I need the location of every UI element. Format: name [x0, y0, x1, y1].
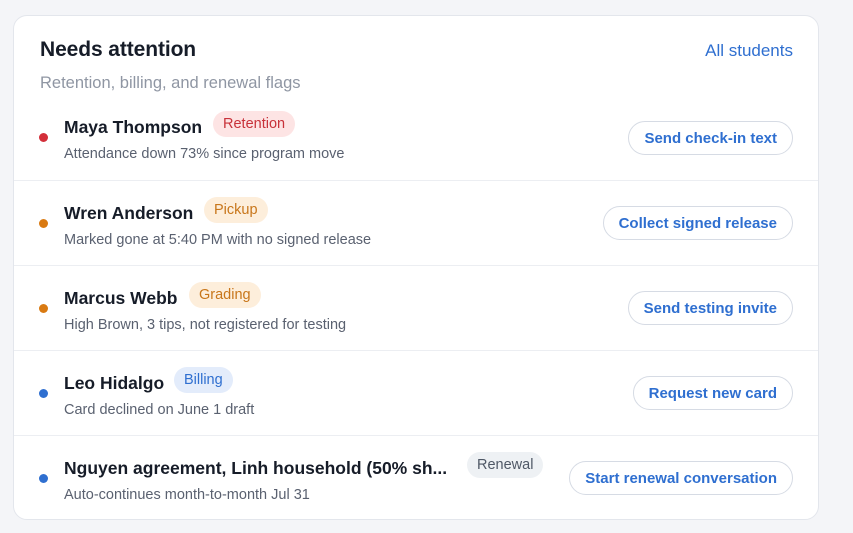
- student-name: Nguyen agreement, Linh household (50% sh…: [64, 458, 448, 478]
- flag-badge: Renewal: [467, 452, 544, 478]
- all-students-link[interactable]: All students: [705, 41, 793, 61]
- list-item: Wren Anderson Pickup Marked gone at 5:40…: [14, 180, 818, 265]
- list-item: Leo Hidalgo Billing Card declined on Jun…: [14, 350, 818, 435]
- flag-detail: Marked gone at 5:40 PM with no signed re…: [64, 232, 372, 248]
- send-testing-invite-button[interactable]: Send testing invite: [627, 291, 793, 325]
- status-dot: [39, 219, 48, 228]
- flag-detail: Attendance down 73% since program move: [64, 146, 345, 162]
- student-name: Marcus Webb: [64, 288, 178, 308]
- card-title: Needs attention: [40, 38, 197, 61]
- list-item: Maya Thompson Retention Attendance down …: [14, 110, 818, 180]
- needs-attention-card: Needs attention Retention, billing, and …: [13, 15, 819, 520]
- student-name: Wren Anderson: [64, 203, 194, 223]
- list-item: Marcus Webb Grading High Brown, 3 tips, …: [14, 265, 818, 350]
- flag-badge: Billing: [174, 367, 233, 393]
- card-subtitle: Retention, billing, and renewal flags: [40, 74, 301, 92]
- flag-detail: High Brown, 3 tips, not registered for t…: [64, 317, 347, 333]
- status-dot: [39, 304, 48, 313]
- collect-signed-release-button[interactable]: Collect signed release: [602, 206, 793, 240]
- request-new-card-button[interactable]: Request new card: [632, 376, 793, 410]
- status-dot: [39, 474, 48, 483]
- start-renewal-conversation-button[interactable]: Start renewal conversation: [569, 461, 793, 495]
- flag-badge: Pickup: [204, 197, 268, 223]
- attention-list: Maya Thompson Retention Attendance down …: [14, 110, 818, 519]
- flag-detail: Auto-continues month-to-month Jul 31: [64, 487, 310, 503]
- flag-badge: Retention: [213, 111, 296, 137]
- status-dot: [39, 389, 48, 398]
- student-name: Maya Thompson: [64, 117, 203, 137]
- send-check-in-text-button[interactable]: Send check-in text: [628, 121, 793, 155]
- list-item: Nguyen agreement, Linh household (50% sh…: [14, 435, 818, 519]
- flag-badge: Grading: [189, 282, 261, 308]
- student-name: Leo Hidalgo: [64, 373, 165, 393]
- card-header: Needs attention Retention, billing, and …: [14, 16, 818, 110]
- flag-detail: Card declined on June 1 draft: [64, 402, 255, 418]
- status-dot: [39, 133, 48, 142]
